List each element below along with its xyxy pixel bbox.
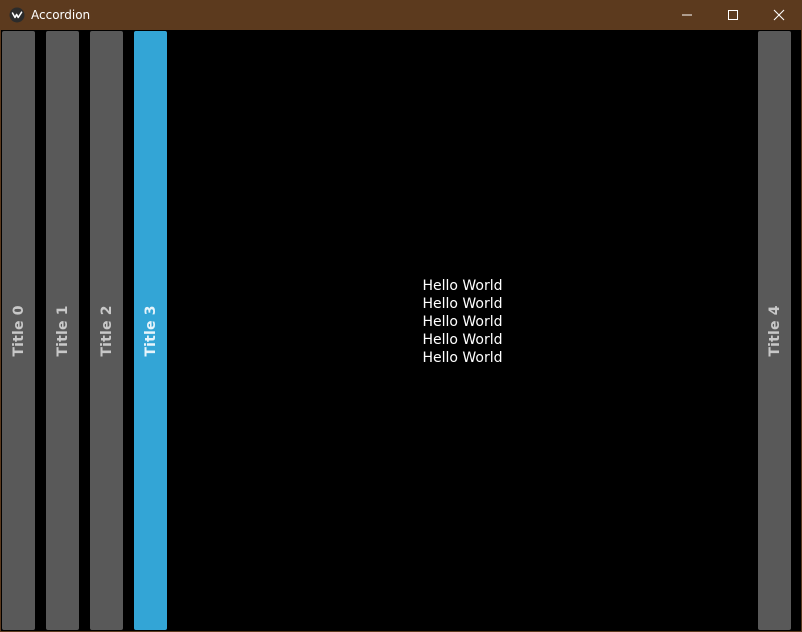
content-line: Hello World bbox=[422, 332, 503, 348]
content-line: Hello World bbox=[422, 314, 503, 330]
accordion-title-label: Title 3 bbox=[142, 304, 159, 357]
maximize-button[interactable] bbox=[710, 0, 756, 30]
accordion-title-label: Title 1 bbox=[54, 304, 71, 357]
content-line: Hello World bbox=[422, 350, 503, 366]
minimize-icon bbox=[682, 14, 692, 16]
accordion-title-label: Title 0 bbox=[10, 304, 27, 357]
accordion-title-label: Title 2 bbox=[98, 304, 115, 357]
accordion-title-2[interactable]: Title 2 bbox=[90, 31, 123, 630]
maximize-icon bbox=[728, 10, 738, 20]
accordion-content-panel: Hello World Hello World Hello World Hell… bbox=[167, 31, 758, 630]
accordion: Title 0 Title 1 Title 2 Title 3 Hello Wo… bbox=[1, 30, 801, 631]
content-line: Hello World bbox=[422, 278, 503, 294]
minimize-button[interactable] bbox=[664, 0, 710, 30]
window-title: Accordion bbox=[31, 8, 91, 22]
content-text-block: Hello World Hello World Hello World Hell… bbox=[167, 277, 758, 367]
accordion-title-0[interactable]: Title 0 bbox=[2, 31, 35, 630]
title-bar[interactable]: Accordion bbox=[0, 0, 802, 30]
accordion-title-label: Title 4 bbox=[766, 304, 783, 357]
content-line: Hello World bbox=[422, 296, 503, 312]
close-button[interactable] bbox=[756, 0, 802, 30]
close-icon bbox=[773, 9, 785, 21]
accordion-title-1[interactable]: Title 1 bbox=[46, 31, 79, 630]
accordion-title-3[interactable]: Title 3 bbox=[134, 31, 167, 630]
app-window: Accordion Title 0 Title 1 Title 2 Title … bbox=[0, 0, 802, 632]
accordion-title-4[interactable]: Title 4 bbox=[758, 31, 791, 630]
kivy-app-icon bbox=[9, 7, 25, 23]
